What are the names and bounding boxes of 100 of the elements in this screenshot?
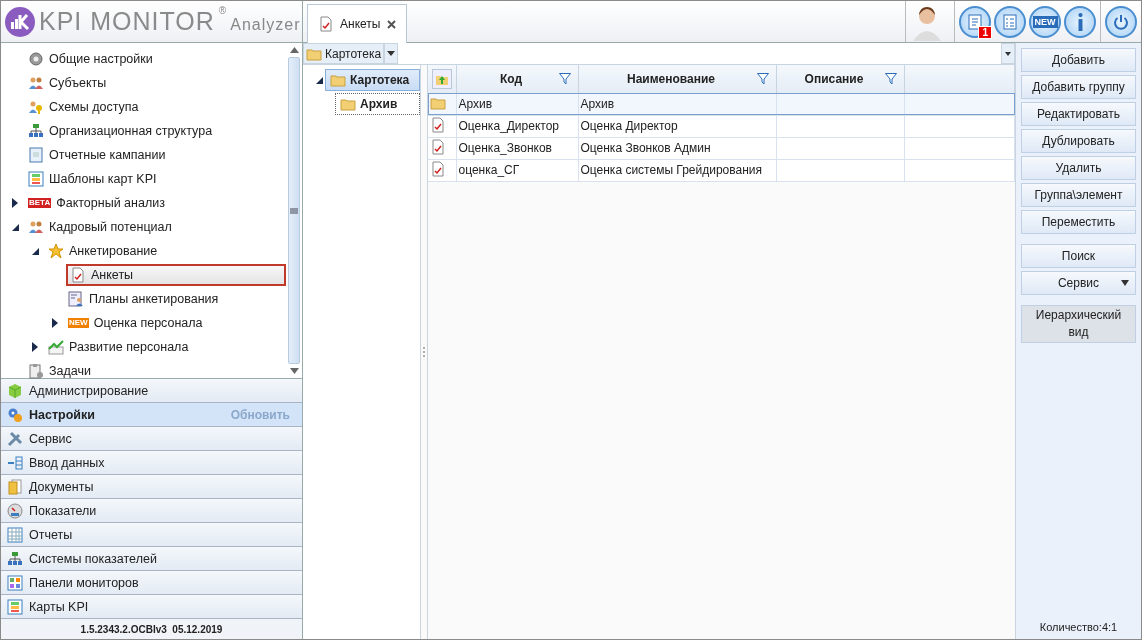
table-icon [7, 526, 23, 543]
gear-icon [28, 51, 44, 67]
nav-section[interactable]: Отчеты [1, 523, 302, 547]
folder-icon [330, 72, 346, 88]
org-icon [7, 550, 23, 567]
version-label: 1.5.2343.2.OCBIv3 05.12.2019 [1, 619, 302, 639]
action-button[interactable]: Удалить [1021, 156, 1136, 180]
people-icon [28, 75, 44, 91]
power-icon [1112, 12, 1130, 31]
tree-item[interactable]: NEW Оценка персонала [66, 312, 207, 334]
count-label: Количество:4:1 [1038, 621, 1119, 633]
action-button[interactable]: Группа\элемент [1021, 183, 1136, 207]
doc-icon [70, 267, 86, 283]
info-icon [1077, 12, 1083, 31]
filter-icon[interactable] [558, 72, 571, 85]
action-button[interactable]: Поиск [1021, 244, 1136, 268]
folder-item[interactable]: Архив [335, 93, 420, 115]
cube-icon [7, 382, 23, 399]
filter-icon[interactable] [756, 72, 769, 85]
nav-section[interactable]: Системы показателей [1, 547, 302, 571]
tree-item[interactable]: Организационная структура [26, 120, 217, 142]
up-level-button[interactable] [431, 68, 452, 89]
new-label: NEW [68, 318, 89, 328]
keys-icon [28, 99, 44, 115]
notification-badge: 1 [978, 25, 992, 39]
checklist-icon [1001, 12, 1019, 31]
nav-section[interactable]: Документы [1, 475, 302, 499]
tree-item[interactable]: Общие настройки [26, 48, 157, 70]
tab[interactable]: Анкеты [307, 4, 407, 43]
org-icon [28, 123, 44, 139]
nav-section[interactable]: Администрирование [1, 379, 302, 403]
tree-item[interactable]: Анкеты [66, 264, 286, 286]
tasks-icon [28, 363, 44, 379]
nav-section[interactable]: Настройки Обновить [1, 403, 302, 427]
notebook-button[interactable]: 1 [959, 5, 991, 38]
tree-item[interactable]: Схемы доступа [26, 96, 143, 118]
nav-section[interactable]: Ввод данных [1, 451, 302, 475]
action-button[interactable]: Редактировать [1021, 102, 1136, 126]
info-button[interactable] [1064, 5, 1096, 38]
column-header[interactable]: Описание [776, 65, 904, 93]
dropdown-icon[interactable] [1001, 43, 1015, 64]
action-button[interactable]: Добавить группу [1021, 75, 1136, 99]
folder-icon [340, 96, 356, 112]
table-cell: Оценка Директор [578, 115, 776, 137]
column-header[interactable]: Код [456, 65, 578, 93]
action-button[interactable]: Переместить [1021, 210, 1136, 234]
registered-mark: ® [218, 5, 227, 16]
tree-item[interactable]: Анкетирование [46, 240, 162, 262]
folder-item[interactable]: Картотека [325, 69, 420, 91]
breadcrumb[interactable]: Картотека [303, 43, 385, 64]
tree-item[interactable]: Шаблоны карт KPI [26, 168, 161, 190]
tree-item[interactable]: Развитие персонала [46, 336, 193, 358]
nav-section[interactable]: Показатели [1, 499, 302, 523]
input-icon [7, 454, 23, 471]
column-header[interactable]: Наименование [578, 65, 776, 93]
table-cell: Оценка системы Грейдирования [578, 159, 776, 181]
table-cell: Архив [578, 93, 776, 115]
close-icon[interactable] [387, 19, 396, 29]
kpi-icon [28, 171, 44, 187]
tree-item[interactable]: Планы анкетирования [66, 288, 223, 310]
dropdown-icon[interactable] [384, 43, 399, 64]
table-cell: Архив [456, 93, 578, 115]
tree-item[interactable]: Задачи [26, 360, 95, 382]
product-name: Analyzer [230, 15, 301, 34]
brand-name: KPI MONITOR [39, 7, 215, 36]
tree-item[interactable]: Субъекты [26, 72, 111, 94]
toggle-button[interactable]: Иерархический вид [1021, 305, 1136, 343]
table-cell: Оценка Звонков Админ [578, 137, 776, 159]
star-icon [48, 243, 64, 259]
form-icon [318, 16, 334, 32]
nav-section[interactable]: Карты KPI [1, 595, 302, 619]
action-button[interactable]: Добавить [1021, 48, 1136, 72]
gears-icon [7, 406, 23, 423]
menu-button[interactable]: Сервис [1021, 271, 1136, 295]
panel-icon [7, 574, 23, 591]
plan-icon [68, 291, 84, 307]
tree-item[interactable]: Отчетные кампании [26, 144, 170, 166]
scroll-down-icon[interactable] [289, 368, 299, 374]
checklist-button[interactable] [994, 5, 1026, 38]
docs-icon [7, 478, 23, 495]
logo-icon [5, 6, 35, 37]
nav-section[interactable]: Сервис [1, 427, 302, 451]
news-button[interactable]: NEW [1029, 5, 1061, 38]
notebook-icon [966, 12, 984, 31]
book-icon [28, 147, 44, 163]
caret-icon [1121, 280, 1129, 286]
people-icon [28, 219, 44, 235]
nav-section[interactable]: Панели мониторов [1, 571, 302, 595]
gauge-icon [7, 502, 23, 519]
scroll-up-icon[interactable] [289, 47, 299, 53]
power-button[interactable] [1105, 5, 1137, 38]
beta-label: BETA [28, 198, 52, 208]
tree-item[interactable]: Кадровый потенциал [26, 216, 176, 238]
filter-icon[interactable] [884, 72, 897, 85]
chart-icon [48, 339, 64, 355]
action-button[interactable]: Дублировать [1021, 129, 1136, 153]
kpi-icon [7, 598, 23, 615]
tree-item[interactable]: BETA Факторный анализ [26, 192, 169, 214]
tools-icon [7, 430, 23, 447]
scrollbar-thumb[interactable] [288, 57, 300, 364]
